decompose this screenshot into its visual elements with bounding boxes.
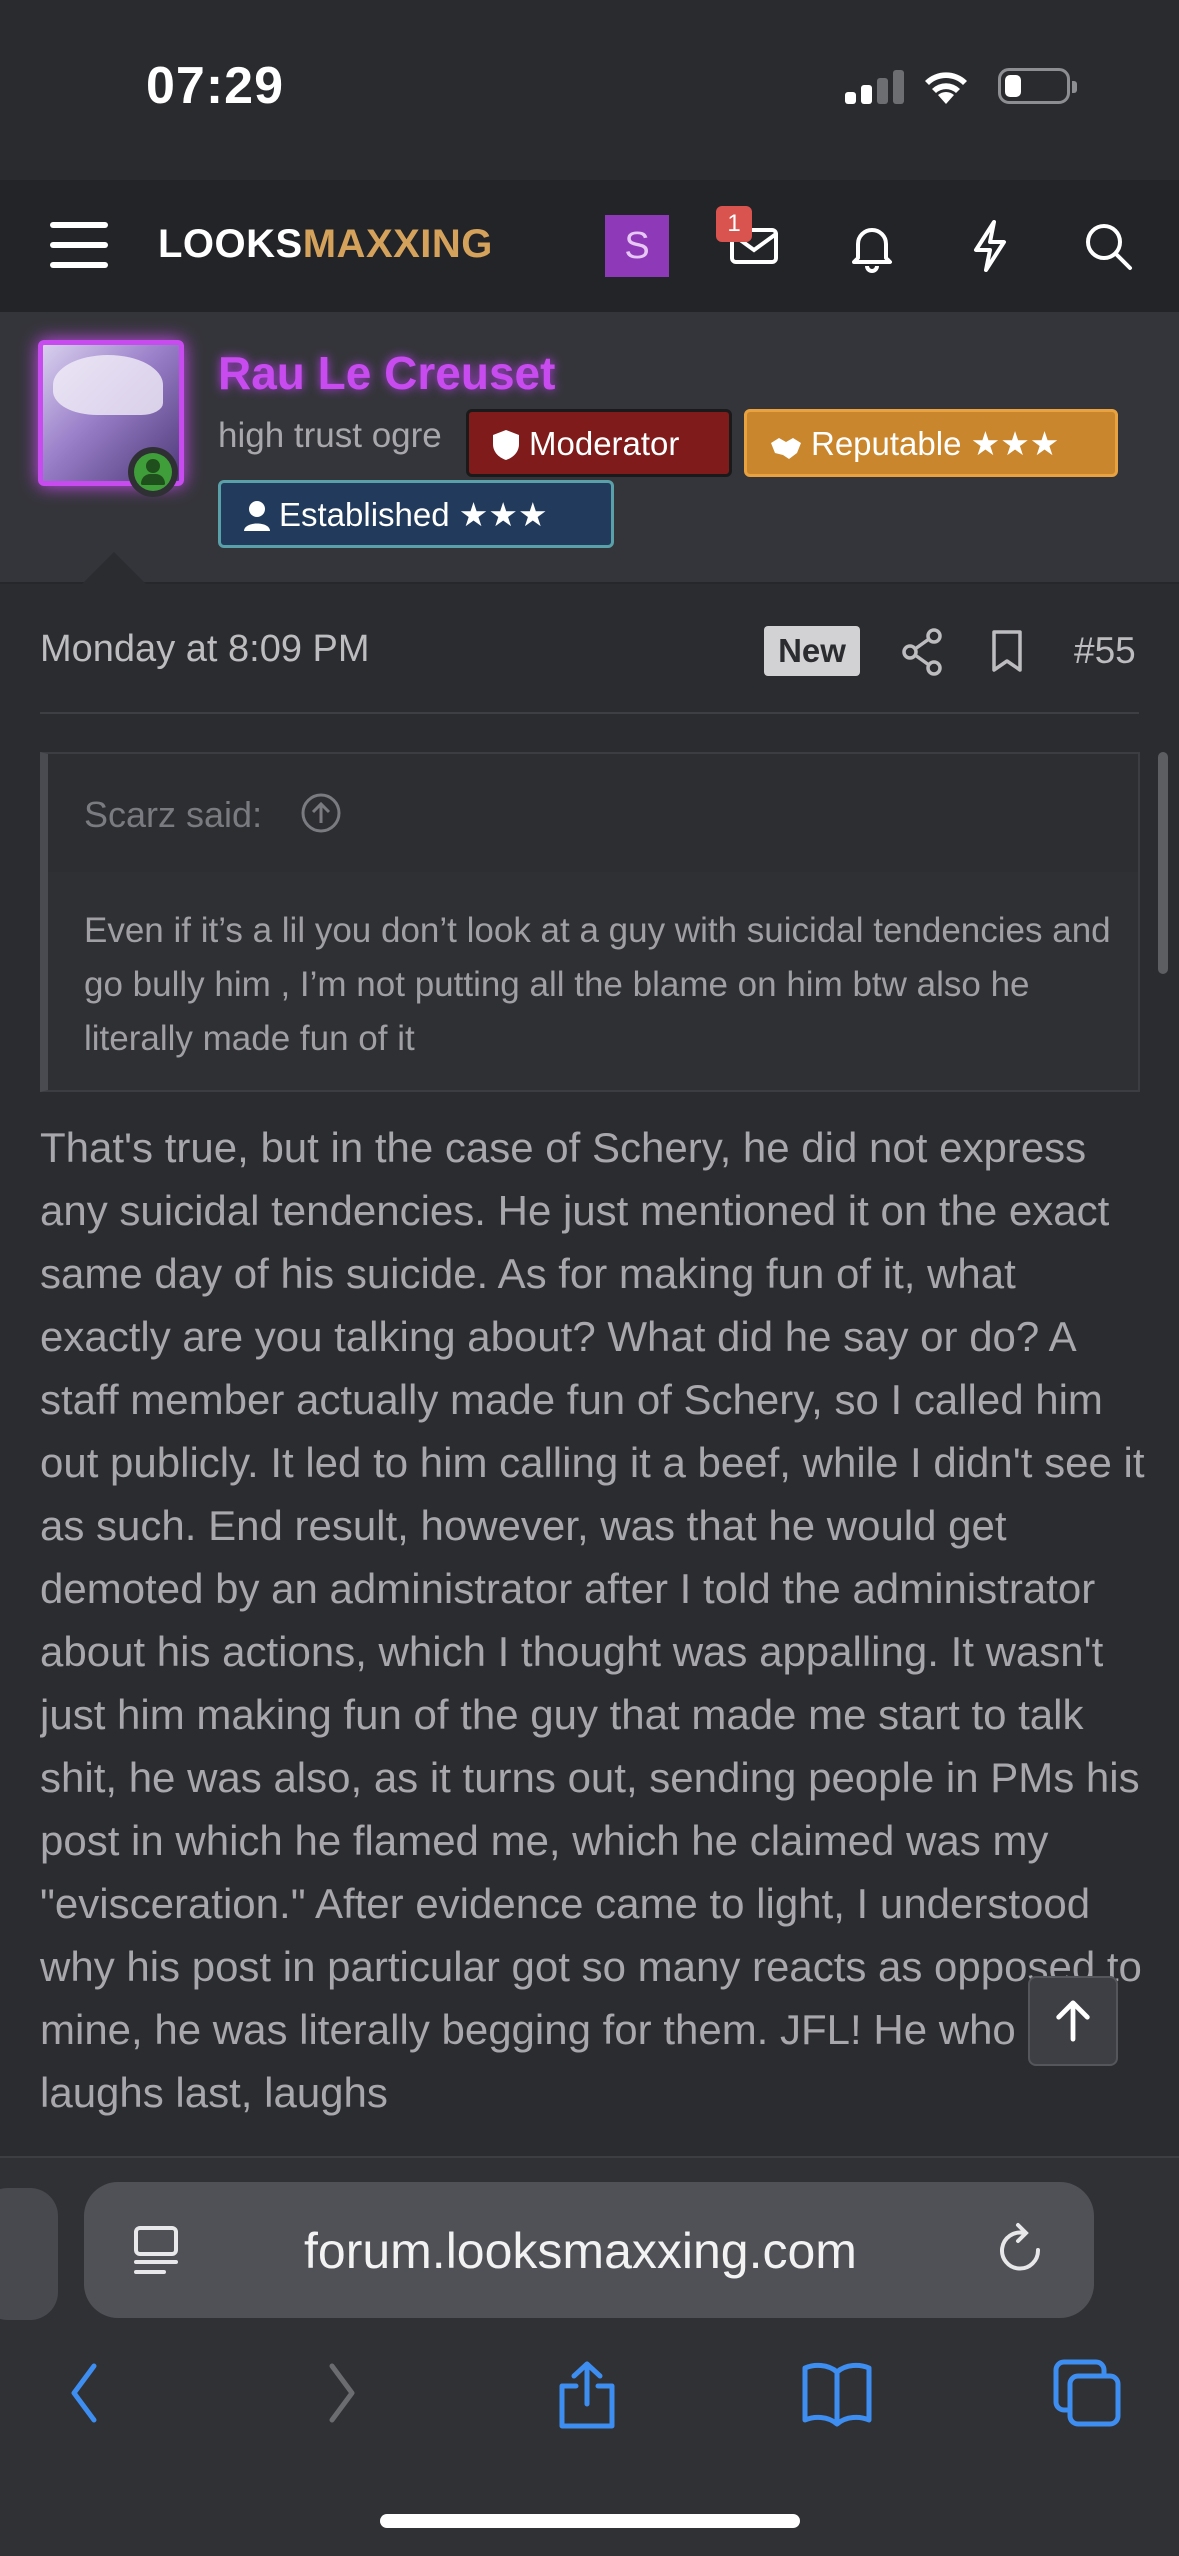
post-body-text: That's true, but in the case of Schery, … <box>40 1124 1145 2116</box>
reputable-banner: Reputable ★★★ <box>744 409 1118 477</box>
online-status-icon <box>128 447 178 497</box>
status-time: 07:29 <box>146 57 284 115</box>
forward-icon[interactable] <box>320 2358 364 2428</box>
post-number[interactable]: #55 <box>1074 630 1136 672</box>
reputable-label: Reputable ★★★ <box>811 425 1060 462</box>
cellular-signal-icon <box>845 70 905 104</box>
scrollbar[interactable] <box>1158 752 1168 974</box>
bookmarks-icon[interactable] <box>800 2358 874 2428</box>
header-divider <box>40 712 1139 714</box>
logo-text-maxxing: MAXXING <box>302 222 493 266</box>
user-icon <box>244 501 270 531</box>
home-indicator <box>380 2514 800 2528</box>
new-badge: New <box>764 626 860 676</box>
quote-text: Even if it’s a lil you don’t look at a g… <box>84 911 1111 1058</box>
url-text[interactable]: forum.looksmaxxing.com <box>304 2222 857 2280</box>
back-icon[interactable] <box>62 2358 106 2428</box>
logo-text-looks: LOOKS <box>158 222 303 266</box>
author-name[interactable]: Rau Le Creuset <box>218 346 555 400</box>
handshake-icon <box>771 438 801 459</box>
moderator-label: Moderator <box>529 425 680 462</box>
bookmark-icon[interactable] <box>988 626 1026 678</box>
search-icon[interactable] <box>1076 214 1140 278</box>
author-title: high trust ogre <box>218 416 442 455</box>
inbox-badge: 1 <box>716 206 752 242</box>
scroll-to-top-button[interactable] <box>1028 1976 1118 2066</box>
share-sheet-icon[interactable] <box>554 2358 620 2432</box>
tabs-icon[interactable] <box>1052 2358 1124 2428</box>
author-caret <box>82 552 146 584</box>
wifi-icon <box>925 72 967 104</box>
moderator-banner: Moderator <box>466 409 732 477</box>
top-navigation: LOOKSMAXXING S 1 <box>0 180 1179 312</box>
site-logo[interactable]: LOOKSMAXXING <box>158 222 493 267</box>
quote-block: Scarz said: Even if it’s a lil you don’t… <box>40 752 1140 1092</box>
post-timestamp[interactable]: Monday at 8:09 PM <box>40 628 370 671</box>
browser-toolbar: forum.looksmaxxing.com <box>0 2156 1179 2556</box>
quote-header: Scarz said: <box>48 754 1138 872</box>
bell-icon[interactable] <box>840 214 904 278</box>
post-author-block: Rau Le Creuset high trust ogre Moderator… <box>0 312 1179 584</box>
address-bar[interactable]: forum.looksmaxxing.com <box>84 2182 1094 2318</box>
previous-tab-preview[interactable] <box>0 2188 58 2320</box>
reader-icon[interactable] <box>132 2222 184 2278</box>
reload-icon[interactable] <box>994 2220 1050 2280</box>
established-label: Established ★★★ <box>279 496 548 533</box>
arrow-up-circle-icon[interactable] <box>300 792 342 834</box>
share-icon[interactable] <box>900 626 946 678</box>
status-bar: 07:29 <box>0 0 1179 180</box>
battery-icon <box>998 68 1077 104</box>
user-avatar[interactable]: S <box>605 215 669 277</box>
established-banner: Established ★★★ <box>218 480 614 548</box>
menu-icon[interactable] <box>50 220 108 270</box>
quote-attribution[interactable]: Scarz said: <box>84 794 262 836</box>
lightning-icon[interactable] <box>958 214 1022 278</box>
shield-icon <box>493 430 519 460</box>
